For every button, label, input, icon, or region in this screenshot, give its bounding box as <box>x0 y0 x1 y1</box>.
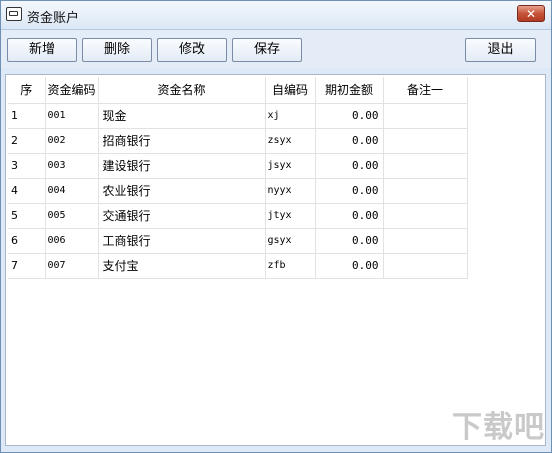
cell-opening-balance[interactable]: 0.00 <box>315 128 384 154</box>
cell-opening-balance[interactable]: 0.00 <box>315 228 384 254</box>
cell-fund-code[interactable]: 006 <box>45 228 99 254</box>
col-header-opening-balance[interactable]: 期初金额 <box>315 77 384 104</box>
table-row[interactable]: 3 003 建设银行 jsyx 0.00 <box>8 153 468 179</box>
watermark-logo: 下载吧 <box>452 410 545 445</box>
cell-fund-name[interactable]: 现金 <box>98 103 266 129</box>
cell-fund-name[interactable]: 招商银行 <box>98 128 266 154</box>
app-icon <box>6 7 22 21</box>
table-row[interactable]: 4 004 农业银行 nyyx 0.00 <box>8 178 468 204</box>
cell-remark[interactable] <box>383 178 468 204</box>
cell-fund-name[interactable]: 支付宝 <box>98 253 266 279</box>
cell-opening-balance[interactable]: 0.00 <box>315 253 384 279</box>
cell-opening-balance[interactable]: 0.00 <box>315 178 384 204</box>
cell-fund-code[interactable]: 003 <box>45 153 99 179</box>
fund-account-window: 资金账户 ✕ 新增 删除 修改 保存 退出 序 资金编码 资金名称 自编码 期初… <box>0 0 552 453</box>
cell-index[interactable]: 7 <box>8 253 46 279</box>
cell-fund-name[interactable]: 农业银行 <box>98 178 266 204</box>
cell-opening-balance[interactable]: 0.00 <box>315 203 384 229</box>
cell-index[interactable]: 5 <box>8 203 46 229</box>
table-row[interactable]: 7 007 支付宝 zfb 0.00 <box>8 253 468 279</box>
cell-custom-code[interactable]: gsyx <box>265 228 316 254</box>
cell-index[interactable]: 6 <box>8 228 46 254</box>
add-button[interactable]: 新增 <box>7 38 77 62</box>
cell-remark[interactable] <box>383 153 468 179</box>
cell-index[interactable]: 2 <box>8 128 46 154</box>
cell-fund-code[interactable]: 002 <box>45 128 99 154</box>
cell-custom-code[interactable]: jtyx <box>265 203 316 229</box>
cell-fund-code[interactable]: 005 <box>45 203 99 229</box>
cell-custom-code[interactable]: xj <box>265 103 316 129</box>
cell-custom-code[interactable]: zsyx <box>265 128 316 154</box>
cell-index[interactable]: 1 <box>8 103 46 129</box>
cell-fund-name[interactable]: 建设银行 <box>98 153 266 179</box>
table-row[interactable]: 6 006 工商银行 gsyx 0.00 <box>8 228 468 254</box>
col-header-fund-name[interactable]: 资金名称 <box>98 77 266 104</box>
col-header-index[interactable]: 序 <box>8 77 46 104</box>
save-button[interactable]: 保存 <box>232 38 302 62</box>
cell-remark[interactable] <box>383 253 468 279</box>
cell-remark[interactable] <box>383 128 468 154</box>
cell-remark[interactable] <box>383 228 468 254</box>
col-header-fund-code[interactable]: 资金编码 <box>45 77 99 104</box>
cell-fund-name[interactable]: 工商银行 <box>98 228 266 254</box>
window-title: 资金账户 <box>27 11 80 26</box>
table-row[interactable]: 2 002 招商银行 zsyx 0.00 <box>8 128 468 154</box>
cell-custom-code[interactable]: jsyx <box>265 153 316 179</box>
cell-fund-code[interactable]: 001 <box>45 103 99 129</box>
cell-custom-code[interactable]: nyyx <box>265 178 316 204</box>
col-header-custom-code[interactable]: 自编码 <box>265 77 316 104</box>
table-row[interactable]: 1 001 现金 xj 0.00 <box>8 103 468 129</box>
cell-remark[interactable] <box>383 103 468 129</box>
delete-button[interactable]: 删除 <box>82 38 152 62</box>
toolbar: 新增 删除 修改 保存 退出 <box>1 30 551 68</box>
cell-custom-code[interactable]: zfb <box>265 253 316 279</box>
cell-fund-code[interactable]: 007 <box>45 253 99 279</box>
table-row[interactable]: 5 005 交通银行 jtyx 0.00 <box>8 203 468 229</box>
cell-fund-code[interactable]: 004 <box>45 178 99 204</box>
cell-opening-balance[interactable]: 0.00 <box>315 103 384 129</box>
table-header-row: 序 资金编码 资金名称 自编码 期初金额 备注一 <box>8 77 468 104</box>
edit-button[interactable]: 修改 <box>157 38 227 62</box>
title-bar: 资金账户 ✕ <box>1 1 551 30</box>
cell-fund-name[interactable]: 交通银行 <box>98 203 266 229</box>
cell-index[interactable]: 4 <box>8 178 46 204</box>
exit-button[interactable]: 退出 <box>465 38 536 62</box>
fund-account-grid: 序 资金编码 资金名称 自编码 期初金额 备注一 1 001 现金 xj 0.00 2 00… <box>5 74 546 446</box>
cell-index[interactable]: 3 <box>8 153 46 179</box>
close-button[interactable]: ✕ <box>517 5 545 22</box>
cell-opening-balance[interactable]: 0.00 <box>315 153 384 179</box>
col-header-remark[interactable]: 备注一 <box>383 77 468 104</box>
fund-account-table: 序 资金编码 资金名称 自编码 期初金额 备注一 1 001 现金 xj 0.00 2 00… <box>8 77 468 279</box>
cell-remark[interactable] <box>383 203 468 229</box>
